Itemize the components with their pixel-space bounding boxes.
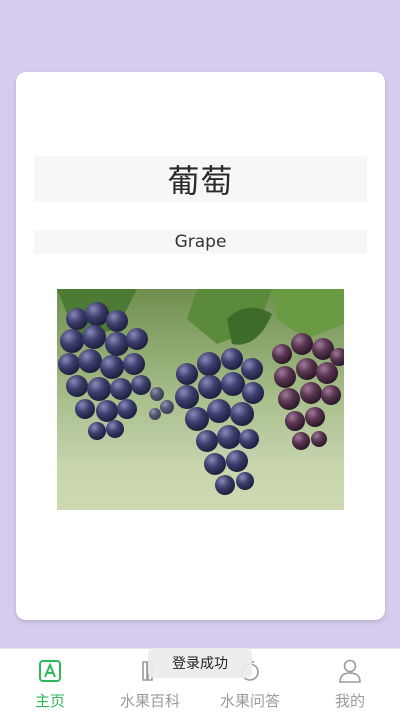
tab-mine-label: 我的 [334, 692, 365, 710]
fruit-image [57, 289, 344, 510]
tab-home-label: 主页 [34, 692, 65, 710]
tab-qa-label: 水果问答 [219, 692, 280, 710]
fruit-title-band: 葡萄 [34, 156, 367, 202]
tab-mine[interactable]: 我的 [300, 649, 400, 711]
toast-text: 登录成功 [172, 656, 228, 672]
home-a-icon [36, 657, 64, 685]
fruit-card: 葡萄 Grape [16, 72, 385, 620]
tab-home[interactable]: 主页 [0, 649, 100, 711]
login-success-toast: 登录成功 [148, 648, 252, 678]
user-icon [336, 657, 364, 685]
app-screen: 葡萄 Grape 主页 水果百科 水果问答 我的 登录成功 [0, 0, 400, 711]
fruit-name-cn: 葡萄 [167, 162, 234, 200]
tab-encyclopedia-label: 水果百科 [119, 692, 180, 710]
fruit-name-en: Grape [174, 232, 227, 252]
fruit-subtitle-band: Grape [34, 230, 367, 254]
